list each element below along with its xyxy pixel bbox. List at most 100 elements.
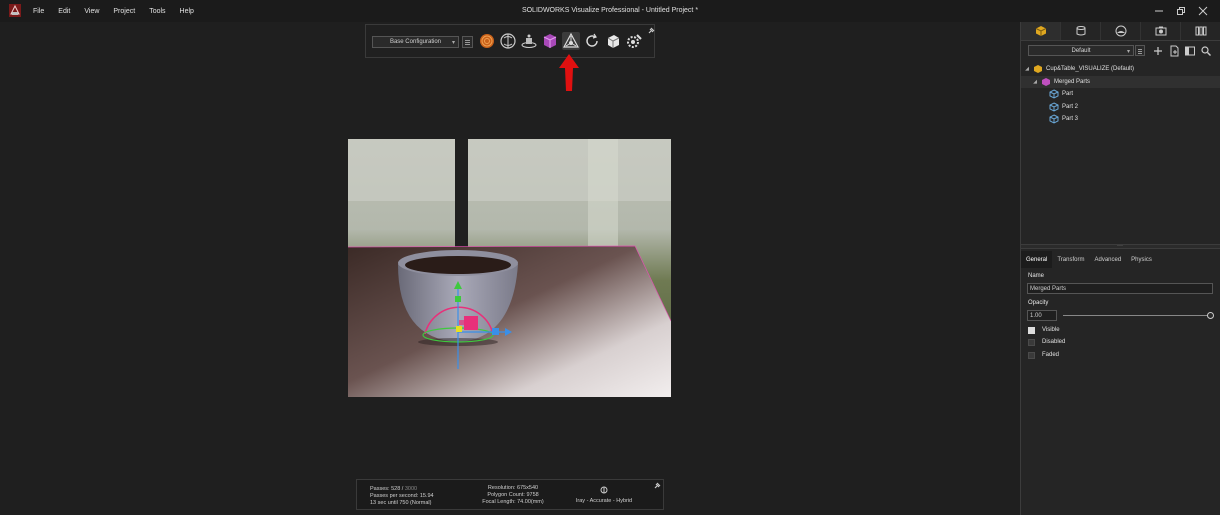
tab-advanced[interactable]: Advanced [1089,251,1126,268]
polygon-count: Polygon Count: 9758 [487,492,539,498]
minimize-button[interactable] [1148,2,1170,20]
property-tabs: General Transform Advanced Physics [1021,251,1220,268]
render-stats: Passes: 528 / 3000 Passes per second: 15… [356,479,664,510]
tab-cameras[interactable] [1061,22,1101,40]
settings-icon[interactable] [625,32,643,50]
tree-item-part-2[interactable]: Part 2 [1021,101,1220,114]
expand-icon[interactable]: ◢ [1032,79,1038,85]
tab-transform[interactable]: Transform [1052,251,1089,268]
import-icon[interactable] [1168,45,1180,57]
cube-icon[interactable] [604,32,622,50]
name-field[interactable]: Merged Parts [1027,283,1213,294]
reset-icon[interactable] [583,32,601,50]
title-bar: File Edit View Project Tools Help SOLIDW… [0,0,1220,22]
tab-physics[interactable]: Physics [1126,251,1157,268]
pin-icon[interactable] [647,27,655,35]
solidworks-logo-icon[interactable] [8,3,22,18]
tree-item-label: Cup&Table_VISUALIZE (Default) [1046,66,1135,73]
annotation-arrow-icon [559,54,579,91]
material-icon[interactable] [478,32,496,50]
window-title: SOLIDWORKS Visualize Professional - Unti… [521,7,699,14]
transform-gizmo-icon[interactable] [562,32,580,50]
environment-icon [1115,25,1126,37]
tree-item-root[interactable]: ◢ Cup&Table_VISUALIZE (Default) [1021,63,1220,76]
panel-splitter[interactable]: ··· [1021,243,1220,249]
model-icon [1034,65,1042,74]
render-mode-icon[interactable] [600,486,608,494]
visible-label: Visible [1042,327,1060,333]
tab-models[interactable] [1021,22,1061,40]
menu-project[interactable]: Project [113,8,135,15]
close-button[interactable] [1192,2,1214,20]
render-mode: Iray - Accurate - Hybrid [575,498,633,504]
floating-toolbar: Base Configuration ▾ [365,24,655,58]
models-icon [1035,26,1046,36]
palette-tabs [1021,22,1220,41]
disabled-checkbox[interactable] [1028,339,1035,346]
panel-layout-icon[interactable] [1184,45,1196,57]
tree-toolbar: Default ▾ [1021,42,1220,60]
menu-help[interactable]: Help [180,8,194,15]
menu-edit[interactable]: Edit [58,8,70,15]
menu-tools[interactable]: Tools [149,8,165,15]
disabled-label: Disabled [1042,339,1066,345]
tab-libraries[interactable] [1181,22,1220,40]
appearance-icon[interactable] [499,32,517,50]
name-label: Name [1028,273,1045,279]
grouping-list-button[interactable] [1135,45,1145,56]
configuration-value: Base Configuration [389,39,442,45]
tree-item-label: Part 2 [1062,103,1079,110]
grouping-value: Default [1071,47,1091,54]
right-panel: Default ▾ ◢ Cup&Table_VISUALIZE (Default… [1020,22,1220,515]
menu-file[interactable]: File [33,8,44,15]
properties-panel: Name Merged Parts Opacity 1.00 Visible D… [1021,268,1220,515]
group-icon [1042,77,1050,86]
part-icon [1049,89,1059,99]
expand-icon[interactable]: ◢ [1024,66,1030,72]
passes-total: 3000 [404,486,418,492]
faded-label: Faded [1042,352,1060,358]
splitter-grip-icon: ··· [1117,243,1123,249]
passes-label: Passes: 528 / [370,486,404,492]
faded-checkbox[interactable] [1028,352,1035,359]
configuration-list-button[interactable] [462,36,473,48]
images-icon [1155,26,1166,36]
tree-item-part[interactable]: Part [1021,88,1220,101]
search-icon[interactable] [1200,45,1212,57]
tree-item-label: Part [1062,91,1074,98]
minimize-icon [1155,10,1163,12]
libraries-icon [1195,26,1206,36]
grouping-select[interactable]: Default ▾ [1028,45,1134,56]
add-icon[interactable] [1152,45,1164,57]
cameras-icon [1076,26,1085,36]
resolution: Resolution: 675x540 [487,485,539,491]
tree-item-label: Part 3 [1062,116,1079,123]
configuration-select[interactable]: Base Configuration ▾ [372,36,459,48]
passes-per-second: Passes per second: 15.94 [370,493,434,499]
tree-item-label: Merged Parts [1054,78,1091,85]
restore-button[interactable] [1170,2,1192,20]
time-remaining: 13 sec until 750 (Normal) [370,500,432,506]
chevron-down-icon: ▾ [451,40,455,46]
part-icon[interactable] [541,32,559,50]
tab-general[interactable]: General [1021,251,1053,268]
render-image[interactable] [348,139,671,397]
visible-checkbox[interactable] [1028,327,1035,334]
menu-view[interactable]: View [84,8,99,15]
menu-bar: File Edit View Project Tools Help [33,0,208,22]
part-icon [1049,114,1059,124]
opacity-slider-track[interactable] [1063,315,1210,316]
opacity-label: Opacity [1028,300,1049,306]
scene-icon[interactable] [520,32,538,50]
pin-icon[interactable] [653,482,661,490]
restore-icon [1177,7,1185,15]
focal-length: Focal Length: 74.00(mm) [482,499,544,505]
close-icon [1198,6,1208,16]
opacity-field[interactable]: 1.00 [1027,310,1057,321]
tab-environment[interactable] [1101,22,1141,40]
opacity-slider-handle[interactable] [1207,312,1214,319]
part-icon [1049,102,1059,112]
tree-item-merged-parts[interactable]: ◢ Merged Parts [1021,75,1220,88]
tab-images[interactable] [1141,22,1181,40]
tree-item-part-3[interactable]: Part 3 [1021,113,1220,126]
